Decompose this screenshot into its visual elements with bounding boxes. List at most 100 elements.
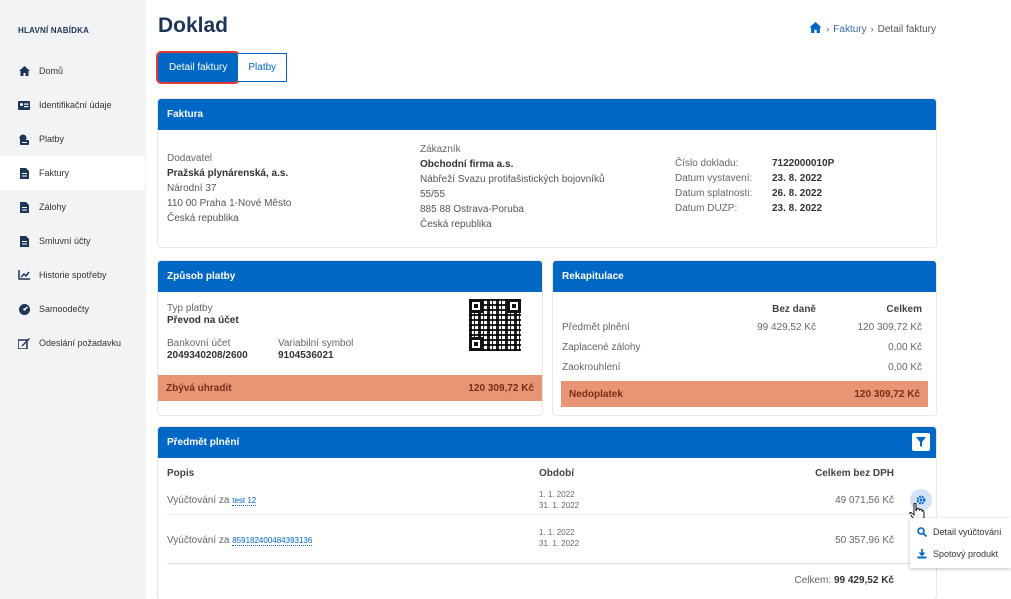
invoice-details: Číslo dokladu: 7122000010P Datum vystaven…: [675, 156, 834, 216]
payment-type-block: Typ platby Převod na účet: [167, 303, 239, 327]
filter-icon: [916, 437, 926, 447]
breadcrumb-invoices[interactable]: Faktury: [833, 24, 866, 35]
main-content: Doklad › Faktury › Detail faktury Detail…: [146, 0, 1011, 599]
item-period: 1. 1. 2022 31. 1. 2022: [539, 489, 579, 511]
sidebar-item-payments[interactable]: Platby: [0, 122, 145, 156]
menu-item-label: Spotový produkt: [933, 549, 999, 559]
menu-item-spot-product[interactable]: Spotový produkt: [910, 543, 1011, 565]
sidebar-item-label: Samoodečty: [39, 304, 90, 314]
recap-panel: Rekapitulace Bez daně Celkem Předmět pln…: [553, 261, 936, 415]
supplier-address-line: Národní 37: [167, 183, 217, 194]
breadcrumb: › Faktury › Detail faktury: [809, 22, 936, 36]
breadcrumb-current: Detail faktury: [877, 23, 936, 35]
search-icon: [917, 527, 927, 537]
payment-method-panel: Způsob platby Typ platby Převod na účet …: [158, 261, 542, 415]
period-from: 1. 1. 2022: [539, 528, 575, 537]
meter-icon: [18, 303, 30, 315]
recap-col-total: Celkem: [886, 304, 922, 315]
sidebar-item-label: Zálohy: [39, 202, 67, 212]
customer-address-line: 55/55: [420, 189, 446, 200]
sidebar-title: HLAVNÍ NABÍDKA: [18, 26, 90, 35]
edit-icon: [18, 337, 30, 349]
sidebar-item-label: Platby: [39, 134, 65, 144]
home-icon[interactable]: [809, 22, 822, 36]
qr-code: [469, 299, 521, 351]
period-to: 31. 1. 2022: [539, 501, 580, 510]
sidebar-item-home[interactable]: Domů: [0, 54, 145, 88]
payments-icon: [18, 133, 30, 145]
supplier-address-line: 110 00 Praha 1-Nové Město: [167, 198, 292, 209]
items-panel-heading: Předmět plnění: [158, 427, 936, 458]
variable-symbol-label: Variabilní symbol: [278, 338, 354, 349]
chevron-right-icon: ›: [870, 24, 874, 34]
payment-type-value: Převod na účet: [167, 315, 239, 326]
tab-payments[interactable]: Platby: [238, 53, 288, 82]
sidebar-item-label: Faktury: [39, 168, 70, 178]
items-panel: Předmět plnění Popis Období Celkem bez D…: [158, 427, 936, 599]
item-prefix: Vyúčtování za: [167, 495, 230, 506]
document-icon: [18, 201, 30, 213]
amount-due-row: Zbývá uhradit 120 309,72 Kč: [158, 375, 542, 401]
customer-address-line: 885 88 Ostrava-Poruba: [420, 204, 524, 215]
detail-value: 7122000010P: [772, 158, 835, 169]
chart-icon: [18, 269, 30, 281]
detail-label: Číslo dokladu:: [675, 158, 739, 169]
detail-value: 23. 8. 2022: [772, 173, 823, 184]
tab-bar: Detail faktury Platby: [155, 51, 288, 84]
detail-label: Datum splatnosti:: [675, 188, 753, 199]
sidebar: HLAVNÍ NABÍDKA Domů Identifikační údaje …: [0, 10, 145, 599]
item-amount: 50 357,96 Kč: [835, 535, 894, 546]
item-link[interactable]: 859182400484393136: [232, 536, 313, 546]
supplier-block: Dodavatel Pražská plynárenská, a.s. Náro…: [167, 151, 291, 226]
sidebar-item-identification[interactable]: Identifikační údaje: [0, 88, 145, 122]
sidebar-item-label: Identifikační údaje: [39, 100, 112, 110]
recap-row-total: 0,00 Kč: [888, 362, 922, 373]
sidebar-item-label: Odeslání požadavku: [39, 338, 122, 348]
page-title: Doklad: [158, 14, 229, 37]
recap-row-label: Zaokrouhlení: [562, 362, 621, 373]
customer-address-line: Nábřeží Svazu protifašistických bojovník…: [420, 174, 605, 185]
recap-row-label: Zaplacené zálohy: [562, 342, 641, 353]
detail-label: Datum vystavení:: [675, 173, 753, 184]
row-divider: [167, 514, 913, 515]
recap-row-net: 99 429,52 Kč: [757, 322, 816, 333]
sidebar-item-deposits[interactable]: Zálohy: [0, 190, 145, 224]
recap-panel-heading: Rekapitulace: [553, 261, 936, 292]
recap-row-label: Předmět plnění: [562, 322, 630, 333]
home-icon: [18, 65, 30, 77]
filter-button[interactable]: [912, 433, 930, 451]
supplier-address-line: Česká republika: [167, 213, 239, 224]
sidebar-item-label: Smluvní účty: [39, 236, 91, 246]
sidebar-item-contract-accounts[interactable]: Smluvní účty: [0, 224, 145, 258]
payment-type-label: Typ platby: [167, 303, 213, 314]
variable-symbol-block: Variabilní symbol 9104536021: [278, 338, 353, 362]
items-col-total: Celkem bez DPH: [815, 468, 894, 479]
customer-address-line: Česká republika: [420, 219, 492, 230]
supplier-label: Dodavatel: [167, 153, 213, 164]
chevron-right-icon: ›: [826, 24, 830, 34]
items-total-label: Celkem:: [794, 575, 832, 586]
sidebar-item-label: Historie spotřeby: [39, 270, 107, 280]
sidebar-item-send-request[interactable]: Odeslání požadavku: [0, 326, 145, 360]
item-period: 1. 1. 2022 31. 1. 2022: [539, 527, 579, 549]
items-col-period: Období: [539, 468, 574, 479]
recap-row-total: 0,00 Kč: [888, 342, 922, 353]
customer-name: Obchodní firma a.s.: [420, 159, 514, 170]
menu-item-label: Detail vyúčtování: [933, 527, 1002, 537]
payment-panel-heading: Způsob platby: [158, 261, 542, 292]
recap-col-net: Bez daně: [772, 304, 816, 315]
sidebar-item-self-readings[interactable]: Samoodečty: [0, 292, 145, 326]
item-link[interactable]: test 12: [232, 496, 257, 506]
tab-invoice-detail[interactable]: Detail faktury: [155, 51, 241, 84]
sidebar-item-consumption-history[interactable]: Historie spotřeby: [0, 258, 145, 292]
variable-symbol-value: 9104536021: [278, 350, 334, 361]
recap-row-total: 120 309,72 Kč: [857, 322, 923, 333]
document-icon: [18, 167, 30, 179]
amount-due-value: 120 309,72 Kč: [468, 382, 534, 394]
items-total: Celkem: 99 429,52 Kč: [794, 575, 894, 586]
sidebar-item-invoices[interactable]: Faktury: [0, 156, 145, 190]
menu-item-billing-detail[interactable]: Detail vyúčtování: [910, 521, 1011, 543]
invoice-panel: Faktura Dodavatel Pražská plynárenská, a…: [158, 99, 936, 247]
bank-account-block: Bankovní účet 2049340208/2600: [167, 338, 248, 362]
period-to: 31. 1. 2022: [539, 539, 580, 548]
